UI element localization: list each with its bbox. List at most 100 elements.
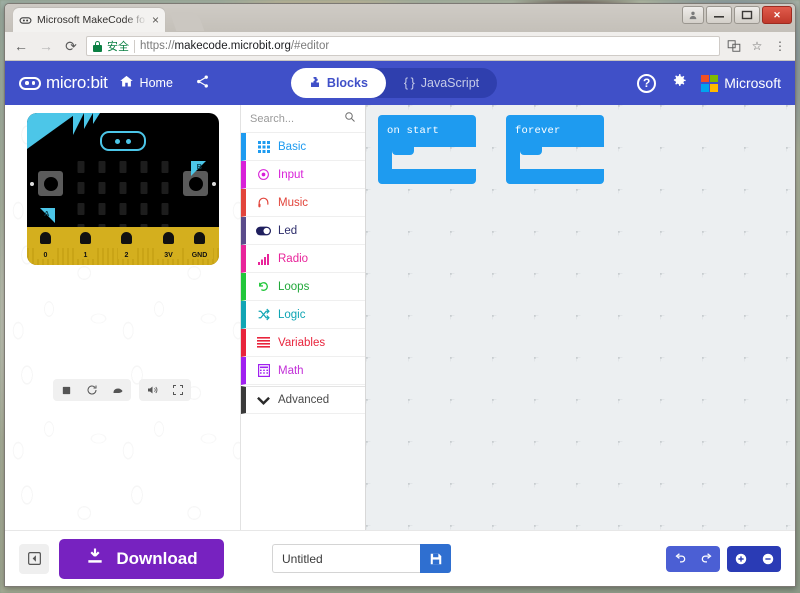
- block-slot: [506, 147, 604, 169]
- reload-button[interactable]: ⟳: [61, 36, 81, 56]
- question-mark-icon[interactable]: ?: [637, 73, 657, 93]
- zoom-out-icon[interactable]: [754, 546, 781, 572]
- toolbox-category-label: Input: [278, 168, 304, 181]
- toolbox-category-label: Logic: [278, 308, 306, 321]
- toolbox-category-variables[interactable]: Variables: [241, 329, 365, 357]
- simulator-control-group-right: [139, 379, 191, 401]
- zoom-group: [727, 545, 781, 572]
- zoom-in-icon[interactable]: [727, 546, 754, 572]
- toolbox-category-logic[interactable]: Logic: [241, 301, 365, 329]
- toggle-icon: [256, 226, 271, 236]
- undo-icon[interactable]: [666, 546, 693, 572]
- fullscreen-button[interactable]: [165, 379, 191, 401]
- toolbox-category-led[interactable]: Led: [241, 217, 365, 245]
- header-right-group: ? Microsoft: [637, 71, 781, 95]
- blocks-toolbox: Search... Basic Input Music Led Radio Lo…: [240, 105, 366, 530]
- pin-3v[interactable]: 3V: [155, 229, 182, 259]
- microbit-board[interactable]: A B 0 1 2 3V GND: [27, 113, 219, 265]
- toolbox-category-loops[interactable]: Loops: [241, 273, 365, 301]
- microbit-logo[interactable]: micro:bit: [19, 73, 108, 93]
- block-forever[interactable]: forever: [506, 115, 604, 184]
- home-icon: [119, 74, 134, 92]
- bookmark-star-icon[interactable]: ☆: [748, 37, 766, 55]
- blocks-workspace[interactable]: on start forever: [366, 105, 795, 530]
- block-foot: [378, 169, 476, 184]
- tab-close-icon[interactable]: ×: [152, 14, 159, 26]
- stop-button[interactable]: [53, 379, 79, 401]
- share-button[interactable]: [184, 61, 221, 105]
- minimize-button[interactable]: [706, 6, 732, 24]
- calculator-icon: [256, 364, 271, 377]
- lock-icon: [93, 40, 102, 52]
- url-path: /#editor: [290, 40, 330, 52]
- page-content: micro:bit Home Blocks {} JavaScript ? M…: [5, 61, 795, 586]
- address-bar[interactable]: 安全 https://makecode.microbit.org/#editor: [86, 36, 720, 56]
- button-b-label: B: [191, 161, 206, 176]
- url-scheme: https://: [140, 40, 175, 52]
- tab-javascript-label: JavaScript: [420, 76, 480, 90]
- tab-javascript[interactable]: { } JavaScript: [386, 68, 497, 98]
- restart-button[interactable]: [79, 379, 105, 401]
- makecode-header: micro:bit Home Blocks {} JavaScript ? M…: [5, 61, 795, 105]
- editor-bottom-bar: Download Untitled: [5, 530, 795, 586]
- board-zigzag-accent: [73, 113, 100, 135]
- save-button[interactable]: [420, 544, 451, 573]
- undo-redo-group: [666, 545, 720, 572]
- chrome-menu-icon[interactable]: ⋮: [771, 37, 789, 55]
- collapse-simulator-button[interactable]: [19, 543, 49, 574]
- gear-icon[interactable]: [669, 71, 688, 95]
- url-host: makecode.microbit.org: [174, 40, 291, 52]
- pin-0[interactable]: 0: [37, 229, 54, 259]
- close-button[interactable]: ✕: [762, 6, 792, 24]
- new-tab-button[interactable]: [169, 12, 205, 31]
- browser-tab-title: Microsoft MakeCode fo: [37, 14, 145, 26]
- simulator-control-group-left: [53, 379, 131, 401]
- mute-button[interactable]: [139, 379, 165, 401]
- board-button-a[interactable]: [38, 171, 63, 196]
- home-button[interactable]: Home: [108, 61, 184, 105]
- pin-1[interactable]: 1: [77, 229, 94, 259]
- target-icon: [256, 168, 271, 181]
- board-dot-left: [30, 182, 34, 186]
- back-button[interactable]: ←: [11, 36, 31, 56]
- toolbox-category-music[interactable]: Music: [241, 189, 365, 217]
- toolbox-category-label: Radio: [278, 252, 309, 265]
- tab-blocks[interactable]: Blocks: [290, 68, 386, 98]
- search-input[interactable]: Search...: [250, 113, 340, 125]
- block-on-start[interactable]: on start: [378, 115, 476, 184]
- translate-icon[interactable]: [725, 37, 743, 55]
- redo-icon[interactable]: [693, 546, 720, 572]
- toolbox-search[interactable]: Search...: [241, 105, 365, 133]
- headphones-icon: [256, 196, 271, 209]
- shuffle-icon: [256, 308, 271, 321]
- board-edge-connector: 0 1 2 3V GND: [27, 227, 219, 265]
- project-name-input[interactable]: Untitled: [272, 544, 420, 573]
- user-button[interactable]: [682, 6, 704, 24]
- block-foot: [506, 169, 604, 184]
- browser-tab-strip: Microsoft MakeCode fo × ✕: [5, 4, 795, 32]
- toolbox-category-label: Basic: [278, 140, 307, 153]
- toolbox-category-basic[interactable]: Basic: [241, 133, 365, 161]
- toolbox-category-input[interactable]: Input: [241, 161, 365, 189]
- pin-gnd[interactable]: GND: [186, 229, 213, 259]
- download-button[interactable]: Download: [59, 538, 224, 579]
- microsoft-logo[interactable]: Microsoft: [701, 74, 781, 92]
- download-icon: [85, 546, 105, 571]
- toolbox-category-label: Loops: [278, 280, 310, 293]
- pin-2[interactable]: 2: [118, 229, 135, 259]
- debug-button[interactable]: [105, 379, 131, 401]
- board-dot-right: [212, 182, 216, 186]
- download-label: Download: [116, 548, 198, 568]
- toolbox-category-math[interactable]: Math: [241, 357, 365, 385]
- lines-icon: [256, 337, 271, 348]
- simulator-controls: [53, 379, 191, 401]
- toolbox-category-advanced[interactable]: Advanced: [241, 386, 365, 414]
- toolbox-category-label: Variables: [278, 336, 326, 349]
- simulator-panel: A B 0 1 2 3V GND: [5, 105, 240, 530]
- workspace-controls: [666, 545, 781, 572]
- browser-toolbar: ← → ⟳ 安全 https://makecode.microbit.org/#…: [5, 32, 795, 61]
- maximize-button[interactable]: [734, 6, 760, 24]
- search-icon[interactable]: [344, 111, 356, 126]
- toolbox-category-radio[interactable]: Radio: [241, 245, 365, 273]
- browser-tab[interactable]: Microsoft MakeCode fo ×: [13, 8, 165, 32]
